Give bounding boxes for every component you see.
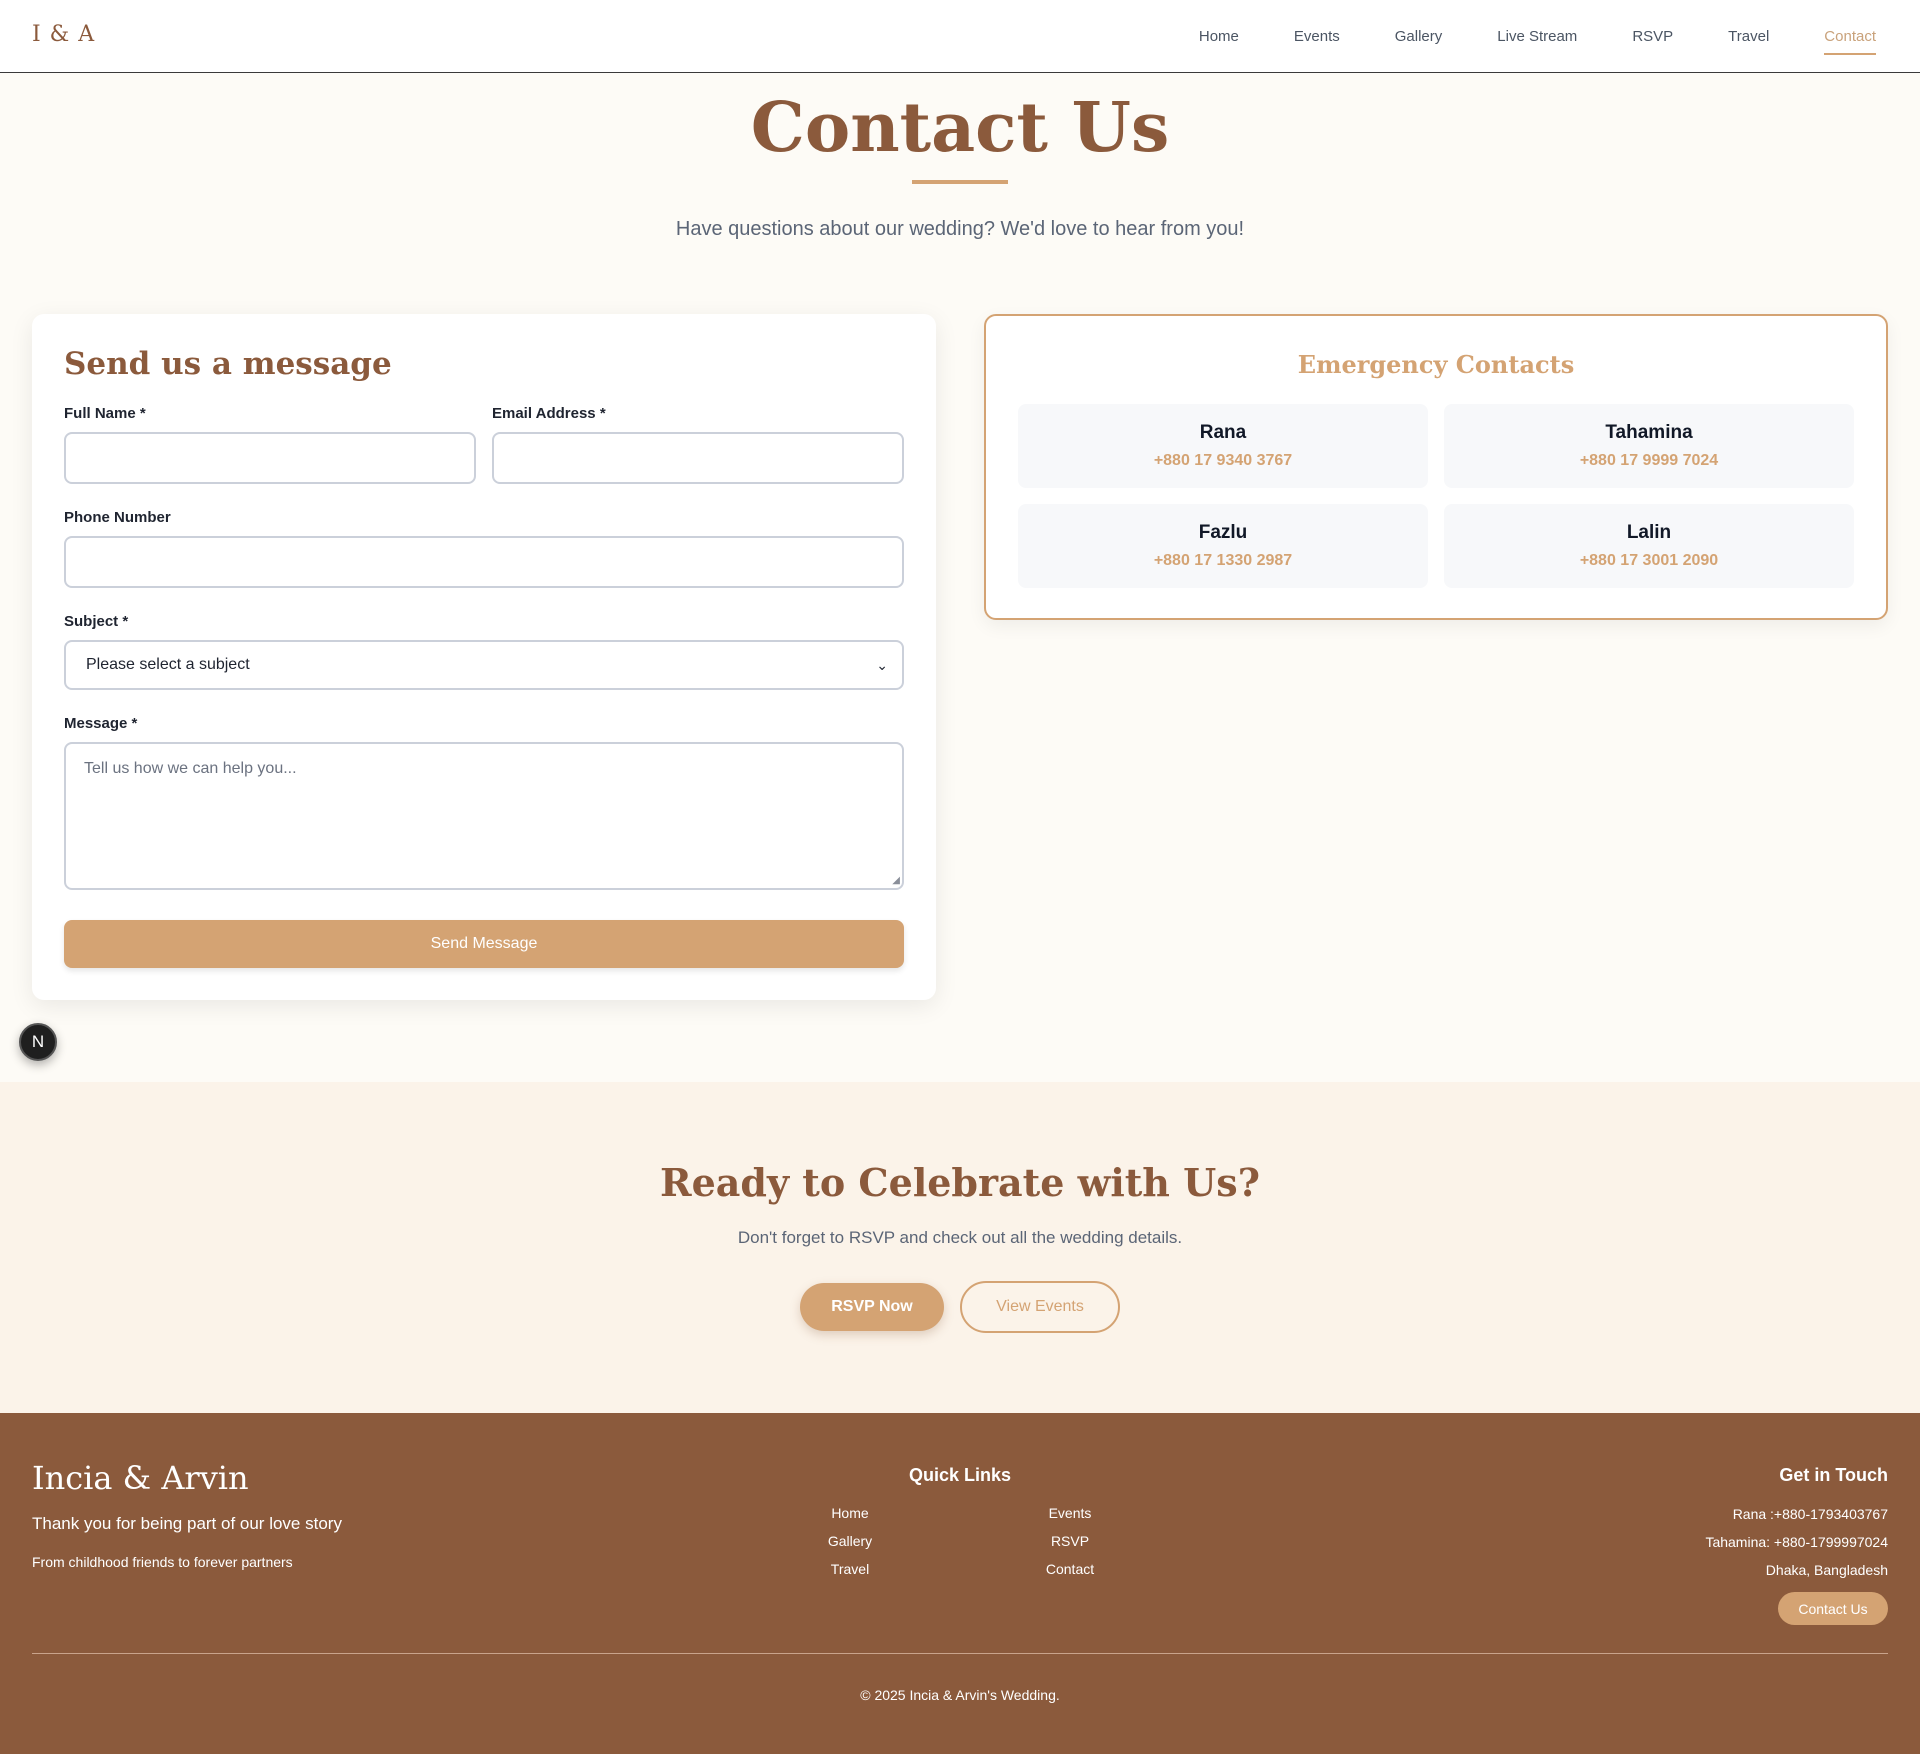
full-name-label: Full Name * <box>64 405 146 422</box>
emergency-contact-card: Lalin +880 17 3001 2090 <box>1444 504 1854 588</box>
footer-tagline: From childhood friends to forever partne… <box>32 1554 293 1570</box>
message-placeholder: Tell us how we can help you... <box>84 760 297 777</box>
page-title: Contact Us <box>750 88 1170 168</box>
contact-name: Fazlu <box>1198 522 1248 543</box>
nav-home[interactable]: Home <box>1199 18 1239 55</box>
emergency-contacts-card: Emergency Contacts Rana +880 17 9340 376… <box>984 314 1888 620</box>
contact-form-card: Send us a message Full Name * Email Addr… <box>32 314 936 1000</box>
copyright: © 2025 Incia & Arvin's Wedding. <box>860 1687 1060 1703</box>
email-label: Email Address * <box>492 405 606 422</box>
emergency-contact-card: Tahamina +880 17 9999 7024 <box>1444 404 1854 488</box>
contact-name: Rana <box>1199 422 1247 443</box>
quick-links-title: Quick Links <box>908 1465 1012 1485</box>
footer-link-travel[interactable]: Travel <box>740 1561 960 1579</box>
subject-label: Subject * <box>64 613 129 630</box>
get-in-touch-title: Get in Touch <box>1779 1465 1888 1485</box>
footer-contact-line: Tahamina: +880-1799997024 <box>1705 1534 1888 1550</box>
footer-link-contact[interactable]: Contact <box>960 1561 1180 1579</box>
subject-select[interactable]: Please select a subject ⌄ <box>64 640 904 690</box>
cta-section: Ready to Celebrate with Us? Don't forget… <box>0 1082 1920 1413</box>
quick-links: Home Events Gallery RSVP Travel Contact <box>740 1505 1180 1579</box>
cta-title: Ready to Celebrate with Us? <box>660 1160 1260 1205</box>
emergency-contacts-title: Emergency Contacts <box>1297 350 1575 379</box>
message-textarea[interactable]: Tell us how we can help you... ◢ <box>64 742 904 890</box>
footer-divider <box>32 1653 1888 1654</box>
nav-rsvp[interactable]: RSVP <box>1632 18 1673 55</box>
footer-link-gallery[interactable]: Gallery <box>740 1533 960 1551</box>
footer-link-events[interactable]: Events <box>960 1505 1180 1523</box>
full-name-input[interactable] <box>64 432 476 484</box>
emergency-contacts-grid: Rana +880 17 9340 3767 Tahamina +880 17 … <box>1018 404 1854 588</box>
form-title: Send us a message <box>64 346 392 382</box>
footer-link-rsvp[interactable]: RSVP <box>960 1533 1180 1551</box>
contact-phone[interactable]: +880 17 9999 7024 <box>1444 452 1854 470</box>
contact-name: Lalin <box>1626 522 1672 543</box>
message-label: Message * <box>64 715 138 732</box>
top-navbar: I & A Home Events Gallery Live Stream RS… <box>0 0 1920 73</box>
main-menu: Home Events Gallery Live Stream RSVP Tra… <box>1199 0 1876 72</box>
cta-subtitle: Don't forget to RSVP and check out all t… <box>737 1228 1183 1247</box>
dev-tools-badge[interactable]: N <box>19 1023 57 1061</box>
title-underline <box>912 180 1008 184</box>
phone-label: Phone Number <box>64 509 171 526</box>
contact-phone[interactable]: +880 17 9340 3767 <box>1018 452 1428 470</box>
page-subtitle: Have questions about our wedding? We'd l… <box>675 218 1245 240</box>
contact-phone[interactable]: +880 17 3001 2090 <box>1444 552 1854 570</box>
emergency-contact-card: Fazlu +880 17 1330 2987 <box>1018 504 1428 588</box>
emergency-contact-card: Rana +880 17 9340 3767 <box>1018 404 1428 488</box>
chevron-down-icon: ⌄ <box>876 657 888 673</box>
footer-contact-line: Rana :+880-1793403767 <box>1732 1506 1888 1522</box>
site-logo[interactable]: I & A <box>32 22 95 47</box>
view-events-button[interactable]: View Events <box>960 1281 1120 1333</box>
nav-contact[interactable]: Contact <box>1824 18 1876 55</box>
footer-thanks: Thank you for being part of our love sto… <box>32 1514 342 1533</box>
contact-name: Tahamina <box>1605 422 1693 443</box>
subject-selected-value: Please select a subject <box>86 656 250 673</box>
footer-link-home[interactable]: Home <box>740 1505 960 1523</box>
nav-live-stream[interactable]: Live Stream <box>1497 18 1577 55</box>
resize-grip-icon[interactable]: ◢ <box>892 875 900 886</box>
phone-input[interactable] <box>64 536 904 588</box>
send-message-button[interactable]: Send Message <box>64 920 904 968</box>
email-input[interactable] <box>492 432 904 484</box>
nav-events[interactable]: Events <box>1294 18 1340 55</box>
footer-contact-us-button[interactable]: Contact Us <box>1778 1592 1888 1625</box>
footer-location: Dhaka, Bangladesh <box>1765 1562 1888 1578</box>
contact-phone[interactable]: +880 17 1330 2987 <box>1018 552 1428 570</box>
nav-gallery[interactable]: Gallery <box>1395 18 1443 55</box>
site-footer: Incia & Arvin Thank you for being part o… <box>0 1413 1920 1754</box>
nav-travel[interactable]: Travel <box>1728 18 1769 55</box>
rsvp-now-button[interactable]: RSVP Now <box>800 1283 944 1331</box>
